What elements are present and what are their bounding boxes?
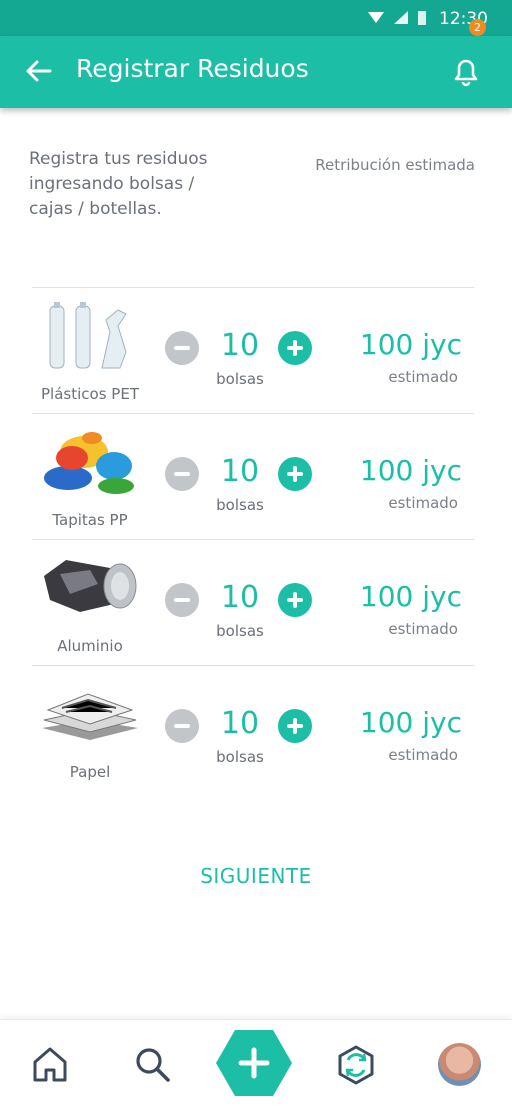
- decrease-button[interactable]: [165, 457, 199, 491]
- estimated-amount: 100 jyc: [359, 328, 462, 361]
- estimated-amount: 100 jyc: [359, 706, 462, 739]
- waste-label: Plásticos PET: [41, 385, 139, 403]
- estimated-amount: 100 jyc: [359, 454, 462, 487]
- waste-label: Papel: [69, 763, 111, 781]
- newspaper-image: [42, 693, 138, 740]
- decrease-button[interactable]: [165, 331, 199, 365]
- app-bar: Registrar Residuos: [0, 36, 512, 108]
- waste-list: Plásticos PET 10 bolsas 100 jyc estimado…: [32, 287, 474, 791]
- increase-button[interactable]: [278, 583, 312, 617]
- decrease-button[interactable]: [165, 583, 199, 617]
- pet-bottles-image: [49, 302, 127, 369]
- estimated-label: estimado: [388, 368, 458, 386]
- waste-label: Tapitas PP: [52, 511, 128, 529]
- intro-text: Registra tus residuos ingresando bolsas …: [29, 149, 208, 219]
- quantity-unit: bolsas: [216, 748, 264, 766]
- bottle-caps-image: [44, 432, 134, 494]
- increase-button[interactable]: [278, 331, 312, 365]
- retribution-label: Retribución estimada: [315, 156, 475, 174]
- next-button[interactable]: SIGUIENTE: [180, 864, 332, 888]
- waste-row-paper: Papel 10 bolsas 100 jyc estimado: [32, 665, 474, 791]
- waste-row-pp: Tapitas PP 10 bolsas 100 jyc estimado: [32, 413, 474, 539]
- home-icon[interactable]: [31, 1044, 69, 1084]
- page-title: Registrar Residuos: [76, 54, 309, 83]
- estimated-label: estimado: [388, 494, 458, 512]
- quantity-value: 10: [220, 580, 260, 615]
- quantity-value: 10: [220, 328, 260, 363]
- estimated-amount: 100 jyc: [359, 580, 462, 613]
- avatar[interactable]: [438, 1043, 481, 1086]
- notification-badge: 2: [469, 19, 486, 36]
- recycle-icon[interactable]: [336, 1044, 376, 1086]
- quantity-value: 10: [220, 706, 260, 741]
- waste-label: Aluminio: [57, 637, 123, 655]
- quantity-unit: bolsas: [216, 370, 264, 388]
- quantity-unit: bolsas: [216, 496, 264, 514]
- estimated-label: estimado: [388, 620, 458, 638]
- aluminium-can-image: [44, 560, 137, 612]
- quantity-unit: bolsas: [216, 622, 264, 640]
- add-icon[interactable]: [215, 1028, 293, 1098]
- waste-row-aluminium: Aluminio 10 bolsas 100 jyc estimado: [32, 539, 474, 665]
- decrease-button[interactable]: [165, 709, 199, 743]
- quantity-value: 10: [220, 454, 260, 489]
- bottom-nav: [0, 1019, 512, 1110]
- estimated-label: estimado: [388, 746, 458, 764]
- waste-row-pet: Plásticos PET 10 bolsas 100 jyc estimado: [32, 287, 474, 413]
- back-arrow-icon[interactable]: [24, 56, 54, 86]
- search-icon[interactable]: [133, 1044, 171, 1084]
- status-bar: 12:30: [0, 0, 512, 36]
- wifi-signal-icon: [368, 11, 426, 25]
- increase-button[interactable]: [278, 709, 312, 743]
- increase-button[interactable]: [278, 457, 312, 491]
- bell-icon[interactable]: [450, 55, 482, 89]
- status-icons: [366, 9, 426, 31]
